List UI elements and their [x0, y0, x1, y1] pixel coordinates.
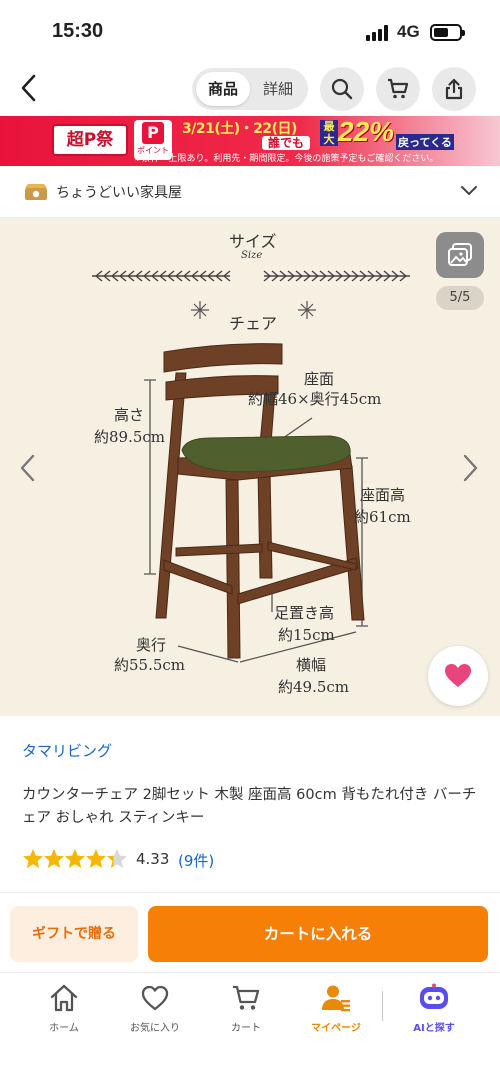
campaign-dates: 3/21(土)・22(日)	[182, 121, 297, 137]
height-label: 高さ	[114, 406, 145, 424]
heart-outline-icon	[141, 985, 169, 1011]
chevron-left-icon	[20, 454, 35, 482]
star-icon	[23, 849, 43, 868]
chevron-down-icon	[461, 186, 477, 196]
max-label: 最大	[320, 120, 338, 146]
star-icon	[44, 849, 64, 868]
cart-icon	[388, 78, 409, 99]
tab-details[interactable]: 詳細	[252, 72, 304, 106]
status-time: 15:30	[52, 20, 104, 42]
campaign-note: ※条件・上限あり。利用先・期間限定。今後の施策予定もご確認ください。	[134, 154, 439, 164]
chevron-left-icon	[21, 74, 36, 102]
gallery-button[interactable]	[436, 232, 484, 278]
shop-icon	[25, 184, 47, 200]
campaign-audience: 誰でも	[262, 136, 311, 150]
size-heading: サイズ	[229, 232, 277, 251]
star-icon	[86, 849, 106, 868]
cart-icon	[233, 985, 260, 1010]
tab-ai-search[interactable]: AIと探す	[394, 983, 474, 1039]
campaign-percent: 22%	[338, 116, 395, 147]
campaign-return-text: 戻ってくる	[396, 134, 454, 150]
ai-robot-icon	[420, 983, 448, 1009]
tab-home[interactable]: ホーム	[24, 983, 104, 1039]
heart-icon	[445, 664, 471, 687]
share-icon	[445, 78, 463, 100]
favorite-button[interactable]	[428, 646, 488, 706]
chair-illustration	[92, 270, 410, 663]
search-icon	[331, 78, 353, 100]
tab-mypage[interactable]: マイページ	[296, 983, 376, 1039]
gallery-icon	[448, 243, 472, 266]
star-icon	[107, 849, 127, 868]
product-image[interactable]: サイズ Size チェア 座面 約幅46×奥行45cm 高さ 約89.5cm 座…	[0, 218, 500, 716]
rating-score: 4.33	[136, 850, 170, 868]
divider	[0, 892, 500, 893]
depth-value: 約55.5cm	[114, 656, 186, 674]
signal-icon	[366, 25, 390, 41]
seat-height-value: 約61cm	[354, 508, 411, 526]
width-label: 横幅	[296, 656, 327, 674]
network-type: 4G	[397, 22, 420, 41]
next-image-button[interactable]	[456, 448, 484, 488]
person-icon	[322, 985, 350, 1012]
add-to-cart-button[interactable]: カートに入れる	[148, 906, 488, 962]
seat-label: 座面	[304, 370, 335, 388]
seat-height-label: 座面高	[360, 486, 406, 504]
shop-row[interactable]: ちょうどいい家具屋	[0, 166, 500, 218]
cart-button[interactable]	[376, 67, 420, 111]
top-nav: 商品 詳細	[0, 62, 500, 116]
review-count[interactable]: (9件)	[178, 850, 214, 871]
prev-image-button[interactable]	[14, 448, 42, 488]
segment-control: 商品 詳細	[192, 68, 308, 110]
chevron-right-icon	[463, 454, 478, 482]
chair-subheading: チェア	[229, 314, 278, 333]
foot-label: 足置き高	[274, 604, 335, 622]
share-button[interactable]	[432, 67, 476, 111]
back-button[interactable]	[14, 70, 44, 106]
search-button[interactable]	[320, 67, 364, 111]
foot-value: 約15cm	[278, 626, 335, 644]
campaign-banner[interactable]: 超P祭 P ポイント 3/21(土)・22(日) 誰でも 最大 22% 戻ってく…	[0, 116, 500, 166]
seat-value: 約幅46×奥行45cm	[248, 390, 382, 408]
tab-product[interactable]: 商品	[196, 72, 250, 106]
width-value: 約49.5cm	[278, 678, 350, 696]
size-heading-en: Size	[241, 250, 263, 261]
depth-label: 奥行	[136, 636, 167, 654]
event-logo: 超P祭	[52, 124, 128, 156]
height-value: 約89.5cm	[94, 428, 166, 446]
shop-name: ちょうどいい家具屋	[56, 185, 182, 201]
status-bar: 15:30 4G	[0, 0, 500, 62]
image-counter: 5/5	[436, 286, 484, 310]
tab-cart[interactable]: カート	[206, 983, 286, 1039]
brand-link[interactable]: タマリビング	[22, 740, 112, 761]
tab-favorites[interactable]: お気に入り	[115, 983, 195, 1039]
product-title: カウンターチェア 2脚セット 木製 座面高 60cm 背もたれ付き バーチェア …	[22, 787, 477, 826]
gift-button[interactable]: ギフトで贈る	[10, 906, 138, 962]
tab-bar: ホーム お気に入り カート マイページ AIと探す	[0, 972, 500, 1080]
tab-divider	[382, 991, 383, 1021]
rating-stars	[23, 849, 127, 868]
star-icon	[65, 849, 85, 868]
battery-icon	[430, 24, 465, 41]
product-page: 15:30 4G 商品 詳細 超P祭 P ポイント 3/21(土)・22(日) …	[0, 0, 500, 1080]
home-icon	[50, 984, 78, 1012]
